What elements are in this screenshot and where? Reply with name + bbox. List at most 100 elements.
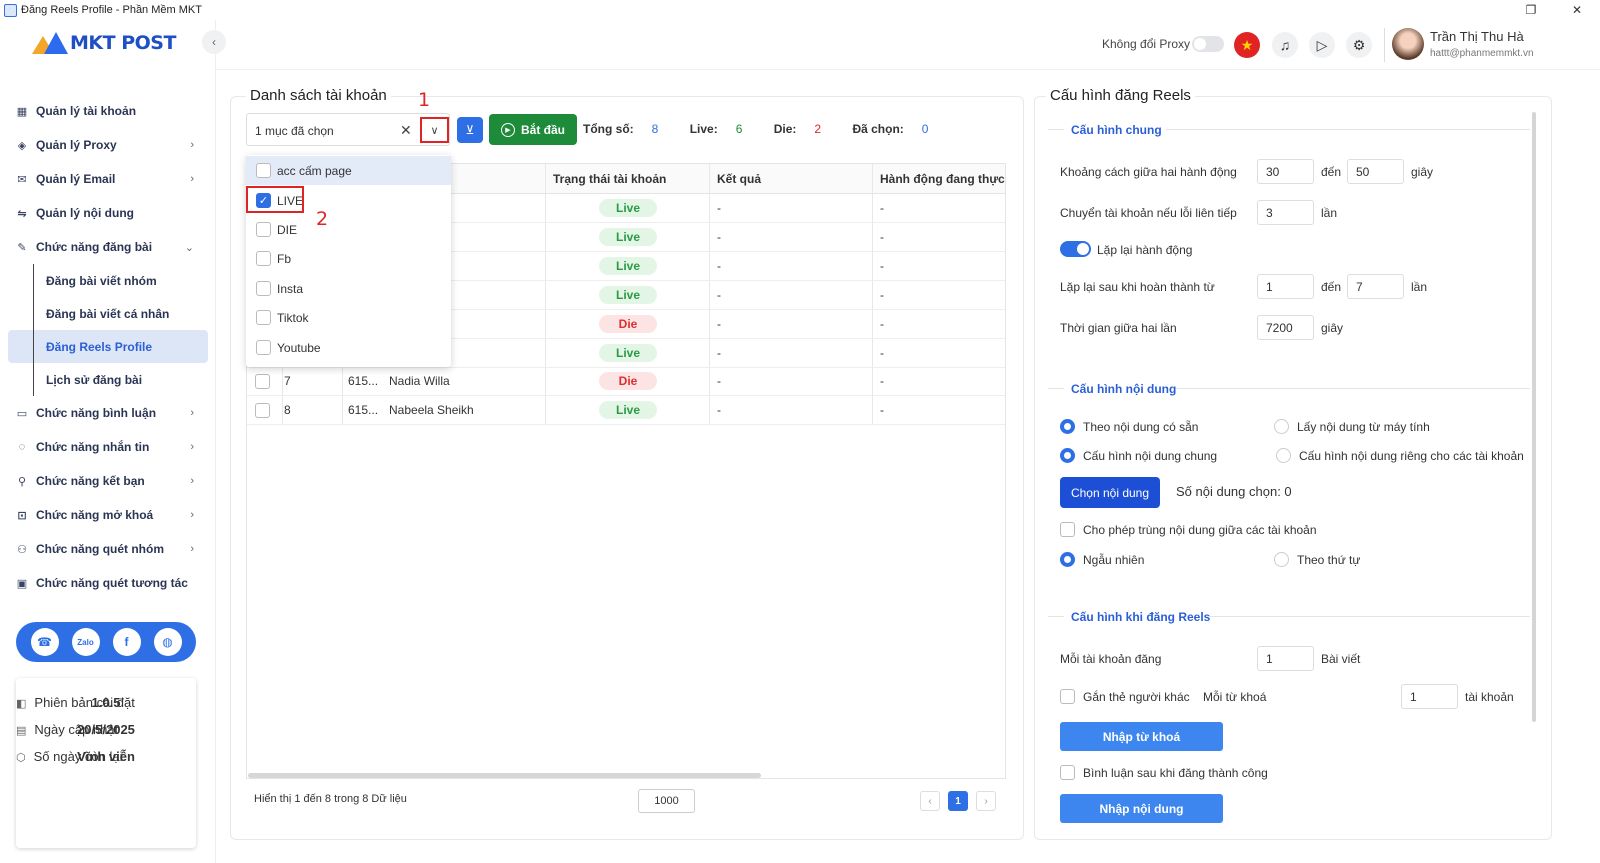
scan-icon: ▣ bbox=[16, 577, 28, 590]
option-checkbox[interactable] bbox=[256, 340, 271, 355]
sidebar-subitem-group-post[interactable]: Đăng bài viết nhóm bbox=[8, 264, 208, 297]
globe-icon[interactable]: ◍ bbox=[153, 628, 182, 656]
repeat-toggle[interactable] bbox=[1060, 241, 1091, 257]
column-status[interactable]: Trạng thái tài khoản bbox=[553, 172, 666, 186]
action-cell: - bbox=[880, 201, 884, 215]
config-vertical-scrollbar[interactable] bbox=[1532, 112, 1536, 722]
switch-account-label: Chuyển tài khoản nếu lỗi liên tiếp bbox=[1060, 206, 1237, 220]
window-title: Đăng Reels Profile - Phần Mềm MKT bbox=[21, 4, 202, 16]
radio-common-config[interactable] bbox=[1060, 448, 1075, 463]
table-row[interactable]: 8 615... Nabeela Sheikh Live - - bbox=[247, 396, 1005, 425]
result-cell: - bbox=[717, 288, 721, 302]
facebook-icon[interactable]: f bbox=[112, 628, 141, 656]
table-row[interactable]: 7 615... Nadia Willa Die - - bbox=[247, 367, 1005, 396]
radio-available-content[interactable] bbox=[1060, 419, 1075, 434]
annotation-one: 1 bbox=[418, 89, 431, 111]
sidebar-item-friend[interactable]: ⚲ Chức năng kết bạn › bbox=[8, 464, 208, 498]
dropdown-option[interactable]: Insta bbox=[246, 274, 451, 303]
to-label: đến bbox=[1321, 165, 1342, 179]
vietnam-flag-icon[interactable]: ★ bbox=[1234, 32, 1260, 58]
restore-icon[interactable]: ❐ bbox=[1508, 0, 1554, 20]
column-action[interactable]: Hành động đang thực h bbox=[880, 172, 1005, 186]
close-icon[interactable]: ✕ bbox=[1554, 0, 1600, 20]
interval-from-input[interactable]: 30 bbox=[1257, 159, 1314, 184]
row-checkbox[interactable] bbox=[255, 374, 270, 389]
start-button[interactable]: ▶ Bắt đầu bbox=[489, 114, 577, 145]
window-titlebar: Đăng Reels Profile - Phần Mềm MKT ❐ ✕ bbox=[0, 0, 1600, 20]
repeat-to-input[interactable]: 7 bbox=[1347, 274, 1404, 299]
zalo-icon[interactable]: Zalo bbox=[71, 628, 100, 656]
radio-ordered[interactable] bbox=[1274, 552, 1289, 567]
stat-live-label: Live: bbox=[689, 122, 718, 136]
filter-value: 1 mục đã chọn bbox=[255, 124, 334, 138]
option-checkbox[interactable] bbox=[256, 310, 271, 325]
random-label: Ngẫu nhiên bbox=[1083, 553, 1145, 567]
table-horizontal-scrollbar[interactable] bbox=[248, 773, 761, 778]
gear-icon[interactable]: ⚙ bbox=[1346, 32, 1372, 58]
dropdown-option[interactable]: Youtube bbox=[246, 333, 451, 362]
tag-others-checkbox[interactable] bbox=[1060, 689, 1075, 704]
interval-to-input[interactable]: 50 bbox=[1347, 159, 1404, 184]
option-label: Fb bbox=[277, 251, 292, 266]
allow-duplicate-checkbox[interactable] bbox=[1060, 522, 1075, 537]
clear-icon[interactable]: ✕ bbox=[400, 122, 412, 139]
radio-random[interactable] bbox=[1060, 552, 1075, 567]
status-filter-select[interactable]: 1 mục đã chọn ✕ ∨ bbox=[246, 113, 450, 146]
play-icon[interactable]: ▷ bbox=[1309, 32, 1335, 58]
sidebar-item-email[interactable]: ✉ Quản lý Email › bbox=[8, 162, 208, 196]
radio-computer-content[interactable] bbox=[1274, 419, 1289, 434]
version-label-row: ◧ Phiên bản cài đặt bbox=[16, 695, 135, 710]
repeat-from-input[interactable]: 1 bbox=[1257, 274, 1314, 299]
sidebar-subitem-post-history[interactable]: Lịch sử đăng bài bbox=[8, 363, 208, 396]
sidebar-item-message[interactable]: ◌ Chức năng nhắn tin › bbox=[8, 430, 208, 464]
import-content-button[interactable]: Nhập nội dung bbox=[1060, 794, 1223, 823]
lock-icon: ⊡ bbox=[17, 509, 27, 522]
choose-content-button[interactable]: Chọn nội dung bbox=[1060, 477, 1160, 508]
sidebar-item-group-scan[interactable]: ⚇ Chức năng quét nhóm › bbox=[8, 532, 208, 566]
chevron-right-icon: › bbox=[190, 441, 194, 453]
proxy-toggle[interactable] bbox=[1192, 36, 1224, 52]
chevron-down-icon[interactable]: ∨ bbox=[420, 117, 449, 143]
next-page-button[interactable]: › bbox=[976, 791, 996, 811]
option-checkbox[interactable] bbox=[256, 251, 271, 266]
sidebar-item-unlock[interactable]: ⊡ Chức năng mở khoá › bbox=[8, 498, 208, 532]
per-account-input[interactable]: 1 bbox=[1257, 646, 1314, 671]
sidebar-subitem-reels-profile[interactable]: Đăng Reels Profile bbox=[8, 330, 208, 363]
switch-account-input[interactable]: 3 bbox=[1257, 200, 1314, 225]
prev-page-button[interactable]: ‹ bbox=[920, 791, 940, 811]
row-checkbox[interactable] bbox=[255, 403, 270, 418]
sidebar-item-proxy[interactable]: ◈ Quản lý Proxy › bbox=[8, 128, 208, 162]
support-icon[interactable]: ☎ bbox=[30, 628, 59, 656]
sidebar-item-interaction-scan[interactable]: ▣ Chức năng quét tương tác bbox=[8, 566, 208, 600]
page-button[interactable]: 1 bbox=[948, 791, 968, 811]
comment-after-checkbox[interactable] bbox=[1060, 765, 1075, 780]
bell-icon[interactable]: ♫ bbox=[1272, 32, 1298, 58]
status-badge: Live bbox=[599, 344, 657, 362]
filter-clear-button[interactable]: ⊻ bbox=[457, 117, 483, 143]
general-config-title: Cấu hình chung bbox=[1071, 123, 1162, 137]
avatar[interactable] bbox=[1392, 28, 1424, 60]
sidebar-subitem-personal-post[interactable]: Đăng bài viết cá nhân bbox=[8, 297, 208, 330]
sidebar-item-content[interactable]: ⇋ Quản lý nội dung bbox=[8, 196, 208, 230]
section-line bbox=[1176, 388, 1530, 389]
import-keyword-button[interactable]: Nhập từ khoá bbox=[1060, 722, 1223, 751]
dropdown-option[interactable]: DIE bbox=[246, 215, 451, 244]
sidebar-item-posting[interactable]: ✎ Chức năng đăng bài ⌄ bbox=[8, 230, 208, 264]
result-cell: - bbox=[717, 230, 721, 244]
option-checkbox[interactable] bbox=[256, 222, 271, 237]
option-checkbox[interactable] bbox=[256, 163, 271, 178]
keyword-input[interactable]: 1 bbox=[1401, 684, 1458, 709]
top-header: Không đổi Proxy ★ ♫ ▷ ⚙ Trần Thị Thu Hà … bbox=[216, 20, 1600, 70]
dropdown-option[interactable]: Fb bbox=[246, 244, 451, 273]
dropdown-option[interactable]: acc cấm page bbox=[246, 156, 451, 185]
social-bar: ☎ Zalo f ◍ bbox=[16, 622, 196, 662]
page-size-select[interactable]: 1000 bbox=[638, 789, 695, 813]
column-result[interactable]: Kết quả bbox=[717, 172, 761, 186]
between-input[interactable]: 7200 bbox=[1257, 315, 1314, 340]
option-checkbox[interactable] bbox=[256, 281, 271, 296]
version-label: Phiên bản cài đặt bbox=[34, 695, 135, 710]
sidebar-item-comment[interactable]: ▭ Chức năng bình luận › bbox=[8, 396, 208, 430]
dropdown-option[interactable]: Tiktok bbox=[246, 303, 451, 332]
radio-separate-config[interactable] bbox=[1276, 448, 1291, 463]
sidebar-item-accounts[interactable]: ▦ Quản lý tài khoản bbox=[8, 94, 208, 128]
